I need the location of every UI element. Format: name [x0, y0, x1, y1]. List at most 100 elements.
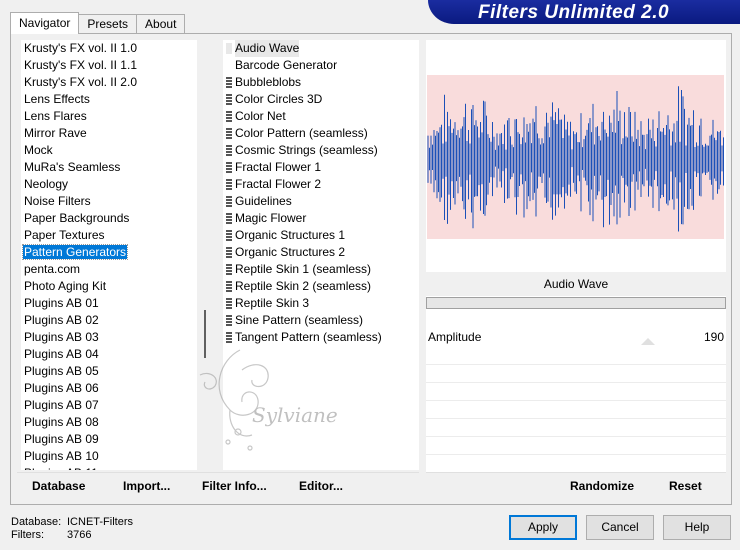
category-item[interactable]: Lens Flares — [21, 108, 206, 125]
filter-item[interactable]: Reptile Skin 2 (seamless) — [223, 278, 419, 295]
database-button[interactable]: Database — [32, 479, 85, 493]
category-item[interactable]: Paper Textures — [21, 227, 206, 244]
reset-button[interactable]: Reset — [669, 479, 702, 493]
filter-label: Magic Flower — [235, 211, 307, 225]
filter-item[interactable]: Reptile Skin 3 — [223, 295, 419, 312]
filter-label: Barcode Generator — [235, 58, 338, 72]
filter-list[interactable]: Audio Wave Barcode Generator Bubbleblobs Co… — [223, 40, 419, 470]
category-item[interactable]: Paper Backgrounds — [21, 210, 206, 227]
grip-icon — [226, 213, 232, 224]
category-item[interactable]: Plugins AB 10 — [21, 448, 206, 465]
filter-item[interactable]: Color Circles 3D — [223, 91, 419, 108]
category-item[interactable]: Mirror Rave — [21, 125, 206, 142]
apply-button[interactable]: Apply — [509, 515, 577, 540]
preview-image — [427, 75, 724, 239]
filter-info-button[interactable]: Filter Info... — [202, 479, 267, 493]
grip-icon — [226, 264, 232, 275]
category-item[interactable]: Plugins AB 04 — [21, 346, 206, 363]
category-label: Lens Effects — [24, 92, 90, 106]
filter-item[interactable]: Color Net — [223, 108, 419, 125]
category-item[interactable]: Lens Effects — [21, 91, 206, 108]
filter-label: Reptile Skin 1 (seamless) — [235, 262, 372, 276]
category-scrollbar[interactable] — [197, 40, 214, 470]
filter-label: Fractal Flower 1 — [235, 160, 322, 174]
param-slot — [426, 419, 726, 437]
category-item[interactable]: Mock — [21, 142, 206, 159]
category-item[interactable]: Krusty's FX vol. II 2.0 — [21, 74, 206, 91]
filter-item[interactable]: Organic Structures 1 — [223, 227, 419, 244]
grip-icon — [226, 332, 232, 343]
import-button[interactable]: Import... — [123, 479, 170, 493]
editor-button[interactable]: Editor... — [299, 479, 343, 493]
category-label: Plugins AB 03 — [24, 330, 99, 344]
status-filters: Filters: 3766 — [11, 529, 133, 542]
category-item[interactable]: Plugins AB 08 — [21, 414, 206, 431]
cancel-button[interactable]: Cancel — [586, 515, 654, 540]
grip-icon — [226, 77, 232, 88]
category-item[interactable]: Pattern Generators — [21, 244, 206, 261]
filter-item[interactable]: Fractal Flower 1 — [223, 159, 419, 176]
category-list[interactable]: Krusty's FX vol. II 1.0 Krusty's FX vol. … — [21, 40, 206, 470]
category-label: Krusty's FX vol. II 1.1 — [24, 58, 137, 72]
category-item[interactable]: Plugins AB 06 — [21, 380, 206, 397]
category-item[interactable]: Plugins AB 01 — [21, 295, 206, 312]
grip-icon — [226, 230, 232, 241]
filter-item[interactable]: Guidelines — [223, 193, 419, 210]
tab-presets[interactable]: Presets — [78, 14, 138, 34]
filter-label: Cosmic Strings (seamless) — [235, 143, 378, 157]
filter-item[interactable]: Sine Pattern (seamless) — [223, 312, 419, 329]
category-item[interactable]: Plugins AB 05 — [21, 363, 206, 380]
status-database: Database: ICNET-Filters — [11, 516, 133, 529]
category-item[interactable]: Plugins AB 07 — [21, 397, 206, 414]
category-label: Plugins AB 08 — [24, 415, 99, 429]
filter-item[interactable]: Audio Wave — [223, 40, 419, 57]
category-item[interactable]: Plugins AB 02 — [21, 312, 206, 329]
category-label: Lens Flares — [24, 109, 87, 123]
filters-value: 3766 — [67, 529, 92, 541]
category-item[interactable]: Krusty's FX vol. II 1.0 — [21, 40, 206, 57]
category-item[interactable]: Plugins AB 11 — [21, 465, 206, 470]
category-item[interactable]: MuRa's Seamless — [21, 159, 206, 176]
category-item[interactable]: Photo Aging Kit — [21, 278, 206, 295]
filter-item[interactable]: Bubbleblobs — [223, 74, 419, 91]
help-button[interactable]: Help — [663, 515, 731, 540]
category-label: Plugins AB 07 — [24, 398, 99, 412]
filter-item[interactable]: Organic Structures 2 — [223, 244, 419, 261]
category-label: MuRa's Seamless — [24, 160, 121, 174]
filter-item[interactable]: Cosmic Strings (seamless) — [223, 142, 419, 159]
current-filter-name: Audio Wave — [543, 277, 609, 291]
filter-item[interactable]: Color Pattern (seamless) — [223, 125, 419, 142]
main-frame: Krusty's FX vol. II 1.0 Krusty's FX vol. … — [10, 33, 732, 505]
status-area: Database: ICNET-Filters Filters: 3766 — [11, 516, 133, 542]
category-item[interactable]: Noise Filters — [21, 193, 206, 210]
category-item[interactable]: Neology — [21, 176, 206, 193]
category-item[interactable]: Krusty's FX vol. II 1.1 — [21, 57, 206, 74]
amplitude-value: 190 — [703, 330, 724, 344]
filter-item[interactable]: Magic Flower — [223, 210, 419, 227]
grip-icon — [226, 281, 232, 292]
grip-icon — [226, 247, 232, 258]
category-label: Plugins AB 10 — [24, 449, 99, 463]
category-item[interactable]: Plugins AB 09 — [21, 431, 206, 448]
filter-name-bar: Audio Wave — [426, 272, 726, 296]
param-amplitude[interactable]: Amplitude 190 — [426, 327, 726, 347]
filter-label: Guidelines — [235, 194, 292, 208]
filter-label: Color Circles 3D — [235, 92, 323, 106]
filter-item[interactable]: Tangent Pattern (seamless) — [223, 329, 419, 346]
filter-item[interactable]: Barcode Generator — [223, 57, 419, 74]
tab-about[interactable]: About — [136, 14, 186, 34]
param-slots — [426, 347, 726, 455]
category-label: Plugins AB 01 — [24, 296, 99, 310]
filter-item[interactable]: Fractal Flower 2 — [223, 176, 419, 193]
category-label: penta.com — [24, 262, 81, 276]
preview-pane: Audio Wave Amplitude 190 — [426, 40, 726, 494]
category-item[interactable]: penta.com — [21, 261, 206, 278]
slider-marker[interactable] — [641, 338, 655, 345]
scrollbar-thumb[interactable] — [204, 310, 206, 358]
category-item[interactable]: Plugins AB 03 — [21, 329, 206, 346]
tab-navigator[interactable]: Navigator — [10, 12, 80, 34]
app-title: Filters Unlimited 2.0 — [478, 2, 670, 23]
randomize-button[interactable]: Randomize — [570, 479, 634, 493]
filter-item[interactable]: Reptile Skin 1 (seamless) — [223, 261, 419, 278]
category-label: Plugins AB 11 — [23, 466, 99, 470]
